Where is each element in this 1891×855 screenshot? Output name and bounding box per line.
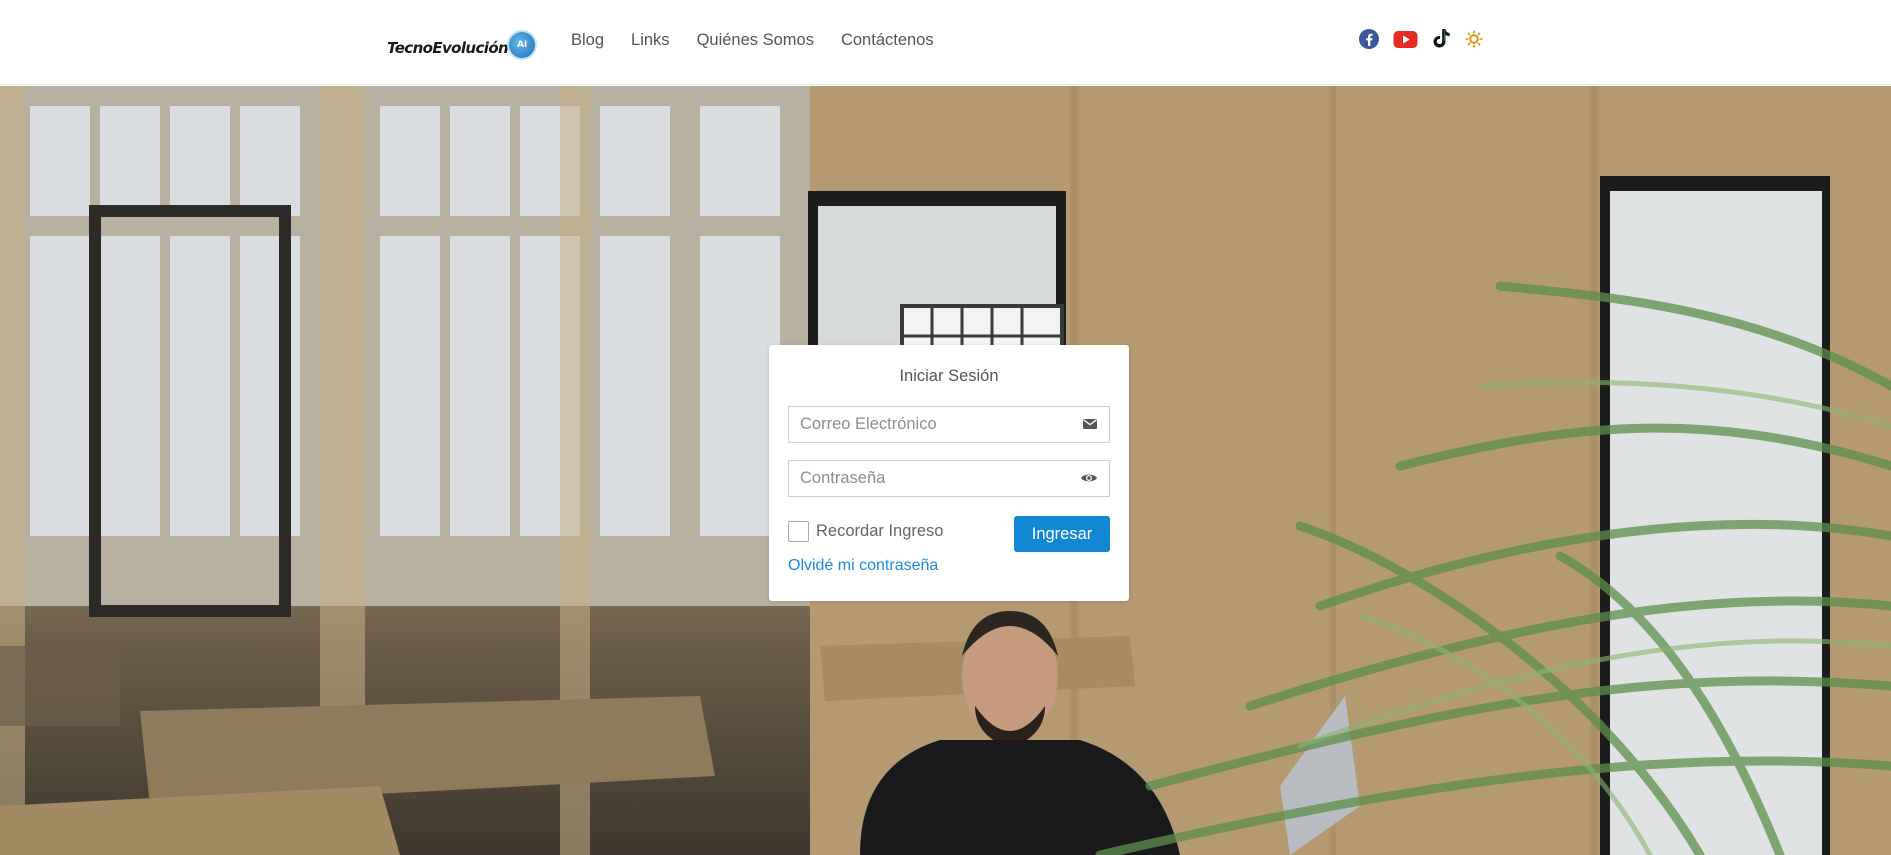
forgot-password-link[interactable]: Olvidé mi contraseña bbox=[788, 557, 1110, 575]
youtube-icon[interactable] bbox=[1393, 30, 1418, 49]
remember-checkbox[interactable] bbox=[788, 521, 809, 542]
envelope-icon bbox=[1082, 416, 1098, 432]
login-card: Iniciar Sesión Recordar Ingreso Ingresar… bbox=[769, 345, 1129, 601]
password-input[interactable] bbox=[789, 461, 1109, 496]
main-nav: Blog Links Quiénes Somos Contáctenos bbox=[571, 30, 961, 50]
login-title: Iniciar Sesión bbox=[899, 367, 999, 385]
password-field bbox=[788, 460, 1110, 497]
theme-toggle-sun-icon[interactable] bbox=[1465, 30, 1483, 48]
tiktok-icon[interactable] bbox=[1431, 28, 1452, 50]
site-header: TecnoEvolución AI Blog Links Quiénes Som… bbox=[0, 0, 1891, 85]
nav-item-blog[interactable]: Blog bbox=[571, 30, 604, 50]
remember-row: Recordar Ingreso Ingresar bbox=[788, 516, 1110, 553]
nav-item-contactenos[interactable]: Contáctenos bbox=[841, 30, 934, 50]
email-field bbox=[788, 406, 1110, 443]
login-submit-button[interactable]: Ingresar bbox=[1014, 516, 1110, 552]
remember-checkbox-label[interactable]: Recordar Ingreso bbox=[788, 521, 943, 542]
nav-item-links[interactable]: Links bbox=[631, 30, 670, 50]
remember-label: Recordar Ingreso bbox=[816, 522, 944, 540]
logo-ai-badge-icon: AI bbox=[509, 32, 536, 58]
eye-icon[interactable] bbox=[1080, 470, 1098, 486]
email-input[interactable] bbox=[789, 407, 1109, 442]
site-logo[interactable]: TecnoEvolución AI bbox=[387, 29, 536, 61]
facebook-icon[interactable] bbox=[1358, 28, 1380, 50]
nav-item-quienes-somos[interactable]: Quiénes Somos bbox=[697, 30, 814, 50]
logo-text: TecnoEvolución bbox=[387, 39, 509, 57]
social-links bbox=[1358, 28, 1483, 50]
